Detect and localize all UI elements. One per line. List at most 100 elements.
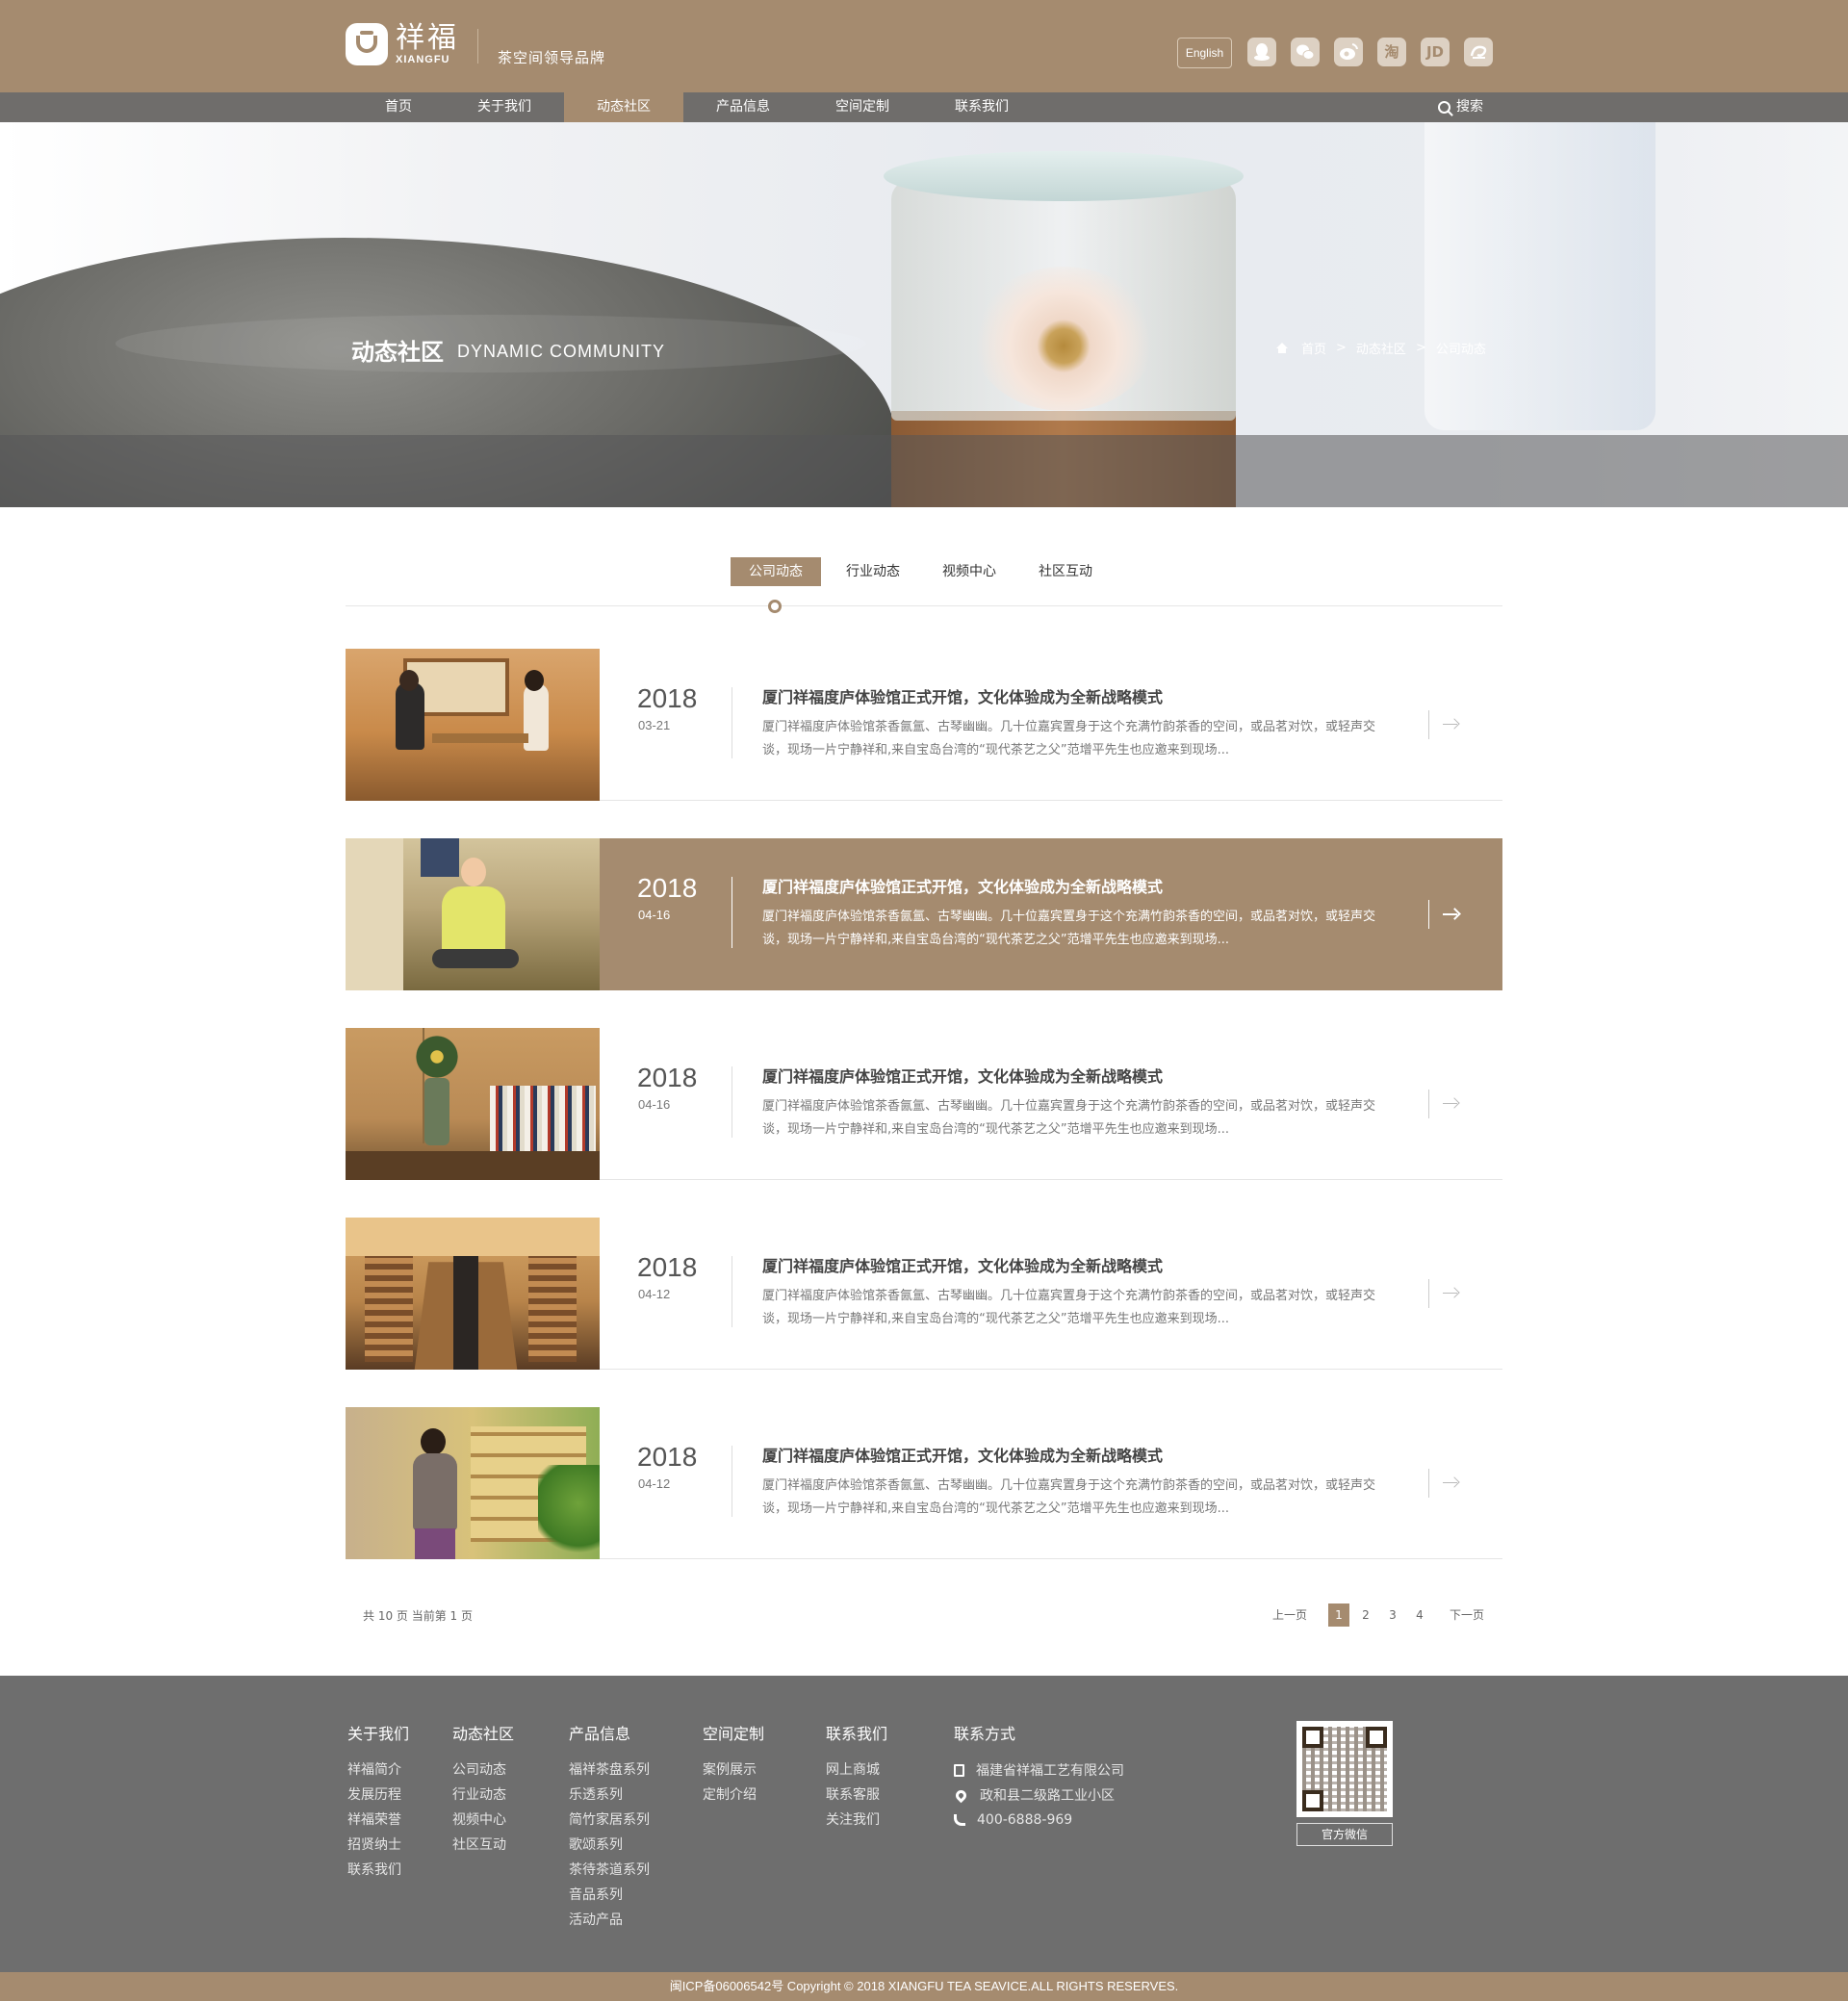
nav-item-home[interactable]: 首页 <box>339 92 458 122</box>
footer-link[interactable]: 定制介绍 <box>703 1783 764 1808</box>
tab-community-interaction[interactable]: 社区互动 <box>1026 557 1105 586</box>
page-subtitle: DYNAMIC COMMUNITY <box>457 342 665 361</box>
news-title[interactable]: 厦门祥福度庐体验馆正式开馆，文化体验成为全新战略模式 <box>762 1064 1163 1087</box>
arrow-right-icon[interactable] <box>1441 1284 1460 1303</box>
arrow-right-icon[interactable] <box>1441 1094 1460 1114</box>
weibo-icon[interactable] <box>1334 38 1363 66</box>
footer-column-contact-us: 联系我们 网上商城 联系客服 关注我们 <box>826 1721 887 1833</box>
news-date: 04-16 <box>638 1097 671 1112</box>
pagination-info: 共 10 页 当前第 1 页 <box>363 1609 473 1623</box>
footer-link[interactable]: 活动产品 <box>569 1908 650 1933</box>
footer-link[interactable]: 福祥茶盘系列 <box>569 1757 650 1783</box>
breadcrumb-home[interactable]: 首页 <box>1301 339 1326 357</box>
news-date: 04-12 <box>638 1287 671 1301</box>
news-summary: 厦门祥福度庐体验馆茶香氤氲、古琴幽幽。几十位嘉宾置身于这个充满竹韵茶香的空间，或… <box>762 1289 1376 1326</box>
footer-link[interactable]: 公司动态 <box>452 1757 514 1783</box>
breadcrumb-current[interactable]: 公司动态 <box>1436 339 1486 357</box>
contact-company-text: 福建省祥福工艺有限公司 <box>976 1763 1124 1779</box>
footer-column-community: 动态社区 公司动态 行业动态 视频中心 社区互动 <box>452 1721 514 1858</box>
prev-page-button[interactable]: 上一页 <box>1269 1603 1311 1627</box>
footer-link[interactable]: 乐透系列 <box>569 1783 650 1808</box>
footer-column-title: 产品信息 <box>569 1725 631 1743</box>
news-item[interactable]: 2018 04-16 厦门祥福度庐体验馆正式开馆，文化体验成为全新战略模式 厦门… <box>346 838 1502 990</box>
footer-link[interactable]: 关注我们 <box>826 1808 887 1833</box>
nav-item-about[interactable]: 关于我们 <box>445 92 564 122</box>
language-switch-button[interactable]: English <box>1177 38 1232 68</box>
tab-video-center[interactable]: 视频中心 <box>930 557 1009 586</box>
news-item[interactable]: 2018 03-21 厦门祥福度庐体验馆正式开馆，文化体验成为全新战略模式 厦门… <box>346 649 1502 801</box>
page-4-button[interactable]: 4 <box>1409 1603 1430 1627</box>
breadcrumb: 首页 > 动态社区 > 公司动态 <box>1276 339 1486 357</box>
home-icon[interactable] <box>1276 343 1288 353</box>
footer-link[interactable]: 祥福简介 <box>347 1757 409 1783</box>
banner-flower-image <box>972 267 1155 411</box>
footer-column-title: 关于我们 <box>347 1725 410 1743</box>
nav-item-contact[interactable]: 联系我们 <box>922 92 1041 122</box>
building-icon <box>954 1763 964 1777</box>
news-year: 2018 <box>637 1442 698 1472</box>
breadcrumb-community[interactable]: 动态社区 <box>1356 339 1406 357</box>
footer-link[interactable]: 歌颂系列 <box>569 1833 650 1858</box>
nav-item-community[interactable]: 动态社区 <box>564 92 683 122</box>
search-button[interactable]: 搜索 <box>1438 92 1483 122</box>
news-title[interactable]: 厦门祥福度庐体验馆正式开馆，文化体验成为全新战略模式 <box>762 684 1163 707</box>
news-summary: 厦门祥福度庐体验馆茶香氤氲、古琴幽幽。几十位嘉宾置身于这个充满竹韵茶香的空间，或… <box>762 910 1376 947</box>
tab-industry-news[interactable]: 行业动态 <box>834 557 912 586</box>
next-page-button[interactable]: 下一页 <box>1446 1603 1488 1627</box>
news-summary: 厦门祥福度庐体验馆茶香氤氲、古琴幽幽。几十位嘉宾置身于这个充满竹韵茶香的空间，或… <box>762 1478 1376 1516</box>
news-date: 04-16 <box>638 908 671 922</box>
link-icon[interactable] <box>1464 38 1493 66</box>
news-thumbnail[interactable] <box>346 1407 600 1559</box>
news-thumbnail[interactable] <box>346 1028 600 1180</box>
site-footer <box>0 1676 1848 1972</box>
news-item[interactable]: 2018 04-16 厦门祥福度庐体验馆正式开馆，文化体验成为全新战略模式 厦门… <box>346 1028 1502 1180</box>
tab-company-news[interactable]: 公司动态 <box>731 557 821 586</box>
arrow-right-icon[interactable] <box>1441 905 1460 924</box>
footer-link[interactable]: 简竹家居系列 <box>569 1808 650 1833</box>
news-thumbnail[interactable] <box>346 838 600 990</box>
footer-column-title: 动态社区 <box>452 1725 515 1743</box>
footer-column-contact-info: 联系方式 <box>954 1721 1015 1757</box>
footer-link[interactable]: 案例展示 <box>703 1757 764 1783</box>
news-title[interactable]: 厦门祥福度庐体验馆正式开馆，文化体验成为全新战略模式 <box>762 1253 1163 1276</box>
footer-link[interactable]: 联系客服 <box>826 1783 887 1808</box>
page-3-button[interactable]: 3 <box>1382 1603 1403 1627</box>
news-year: 2018 <box>637 1252 698 1282</box>
arrow-right-icon[interactable] <box>1441 715 1460 734</box>
nav-item-custom-space[interactable]: 空间定制 <box>803 92 922 122</box>
arrow-right-icon[interactable] <box>1441 1474 1460 1493</box>
jd-icon[interactable]: JD <box>1421 38 1450 66</box>
qr-code-label: 官方微信 <box>1296 1823 1393 1846</box>
footer-link[interactable]: 行业动态 <box>452 1783 514 1808</box>
wechat-icon[interactable] <box>1291 38 1320 66</box>
logo-divider <box>477 29 478 64</box>
news-item[interactable]: 2018 04-12 厦门祥福度庐体验馆正式开馆，文化体验成为全新战略模式 厦门… <box>346 1218 1502 1370</box>
news-title[interactable]: 厦门祥福度庐体验馆正式开馆，文化体验成为全新战略模式 <box>762 1443 1163 1466</box>
page-2-button[interactable]: 2 <box>1355 1603 1376 1627</box>
news-summary: 厦门祥福度庐体验馆茶香氤氲、古琴幽幽。几十位嘉宾置身于这个充满竹韵茶香的空间，或… <box>762 720 1376 757</box>
qq-icon[interactable] <box>1247 38 1276 66</box>
footer-link[interactable]: 联系我们 <box>347 1858 409 1883</box>
news-date: 03-21 <box>638 718 671 732</box>
news-item[interactable]: 2018 04-12 厦门祥福度庐体验馆正式开馆，文化体验成为全新战略模式 厦门… <box>346 1407 1502 1559</box>
news-thumbnail[interactable] <box>346 649 600 801</box>
footer-link[interactable]: 招贤纳士 <box>347 1833 409 1858</box>
breadcrumb-separator: > <box>1336 341 1347 355</box>
footer-link[interactable]: 视频中心 <box>452 1808 514 1833</box>
contact-phone: 400-6888-969 <box>954 1808 1124 1833</box>
nav-item-products[interactable]: 产品信息 <box>683 92 803 122</box>
page-1-button[interactable]: 1 <box>1328 1603 1349 1627</box>
footer-link[interactable]: 网上商城 <box>826 1757 887 1783</box>
taobao-icon[interactable]: 淘 <box>1377 38 1406 66</box>
teacup-logo-icon <box>346 23 388 65</box>
footer-link[interactable]: 茶待茶道系列 <box>569 1858 650 1883</box>
footer-link[interactable]: 发展历程 <box>347 1783 409 1808</box>
top-header: 祥福 XIANGFU 茶空间领导品牌 English 淘 JD <box>0 0 1848 92</box>
brand-logo[interactable]: 祥福 XIANGFU <box>346 23 459 65</box>
footer-link[interactable]: 音品系列 <box>569 1883 650 1908</box>
news-thumbnail[interactable] <box>346 1218 600 1370</box>
footer-link[interactable]: 社区互动 <box>452 1833 514 1858</box>
footer-link[interactable]: 祥福荣誉 <box>347 1808 409 1833</box>
news-summary: 厦门祥福度庐体验馆茶香氤氲、古琴幽幽。几十位嘉宾置身于这个充满竹韵茶香的空间，或… <box>762 1099 1376 1137</box>
news-title[interactable]: 厦门祥福度庐体验馆正式开馆，文化体验成为全新战略模式 <box>762 874 1163 897</box>
